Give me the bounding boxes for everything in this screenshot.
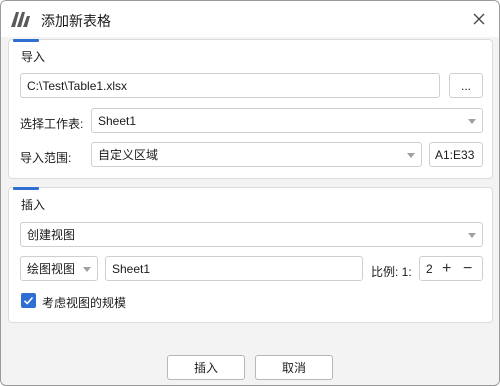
sheet-select[interactable]: Sheet1 <box>91 108 483 133</box>
scale-label: 比例: 1: <box>371 265 412 279</box>
import-group: 导入 C:\Test\Table1.xlsx ... 选择工作表: Sheet1… <box>8 39 493 179</box>
import-group-title: 导入 <box>21 50 46 64</box>
consider-scale-label: 考虑视图的规模 <box>42 296 127 310</box>
insert-group-title: 插入 <box>21 198 46 212</box>
browse-button[interactable]: ... <box>449 73 483 98</box>
import-group-accent <box>13 39 39 42</box>
file-path-input[interactable]: C:\Test\Table1.xlsx <box>20 73 440 98</box>
insert-group: 插入 创建视图 绘图视图 Sheet1 比例: 1: 2 + − 考虑视图的规模 <box>8 187 493 323</box>
insert-mode-select[interactable]: 创建视图 <box>20 222 483 247</box>
chevron-down-icon <box>468 233 476 238</box>
scale-value: 2 <box>426 261 433 276</box>
chevron-down-icon <box>468 119 476 124</box>
checkmark-icon <box>23 296 34 305</box>
view-type-select[interactable]: 绘图视图 <box>20 256 98 281</box>
close-icon <box>473 13 485 25</box>
app-logo-icon <box>11 12 30 27</box>
range-mode-value: 自定义区域 <box>98 148 159 162</box>
title-bar: 添加新表格 <box>1 1 499 37</box>
cancel-button[interactable]: 取消 <box>255 355 333 380</box>
close-button[interactable] <box>469 9 489 29</box>
sheet-label: 选择工作表: <box>20 117 84 131</box>
range-value: A1:E33 <box>435 147 475 162</box>
range-label: 导入范围: <box>20 151 72 165</box>
range-mode-select[interactable]: 自定义区域 <box>91 142 422 167</box>
sheet-value: Sheet1 <box>98 113 137 128</box>
view-sheet-input[interactable]: Sheet1 <box>105 256 363 281</box>
consider-scale-checkbox[interactable] <box>21 293 36 308</box>
add-table-dialog: 添加新表格 导入 C:\Test\Table1.xlsx ... 选择工作表: … <box>0 0 500 386</box>
insert-mode-value: 创建视图 <box>27 228 76 242</box>
minus-icon[interactable]: − <box>463 261 472 277</box>
range-input[interactable]: A1:E33 <box>429 142 483 167</box>
insert-button[interactable]: 插入 <box>167 355 245 380</box>
insert-group-accent <box>13 187 39 190</box>
scale-stepper[interactable]: 2 + − <box>419 256 483 281</box>
view-sheet-value: Sheet1 <box>112 261 151 276</box>
window-title: 添加新表格 <box>41 13 111 29</box>
chevron-down-icon <box>407 153 415 158</box>
file-path-value: C:\Test\Table1.xlsx <box>27 78 128 93</box>
chevron-down-icon <box>83 267 91 272</box>
plus-icon[interactable]: + <box>442 261 451 277</box>
view-type-value: 绘图视图 <box>27 262 76 276</box>
